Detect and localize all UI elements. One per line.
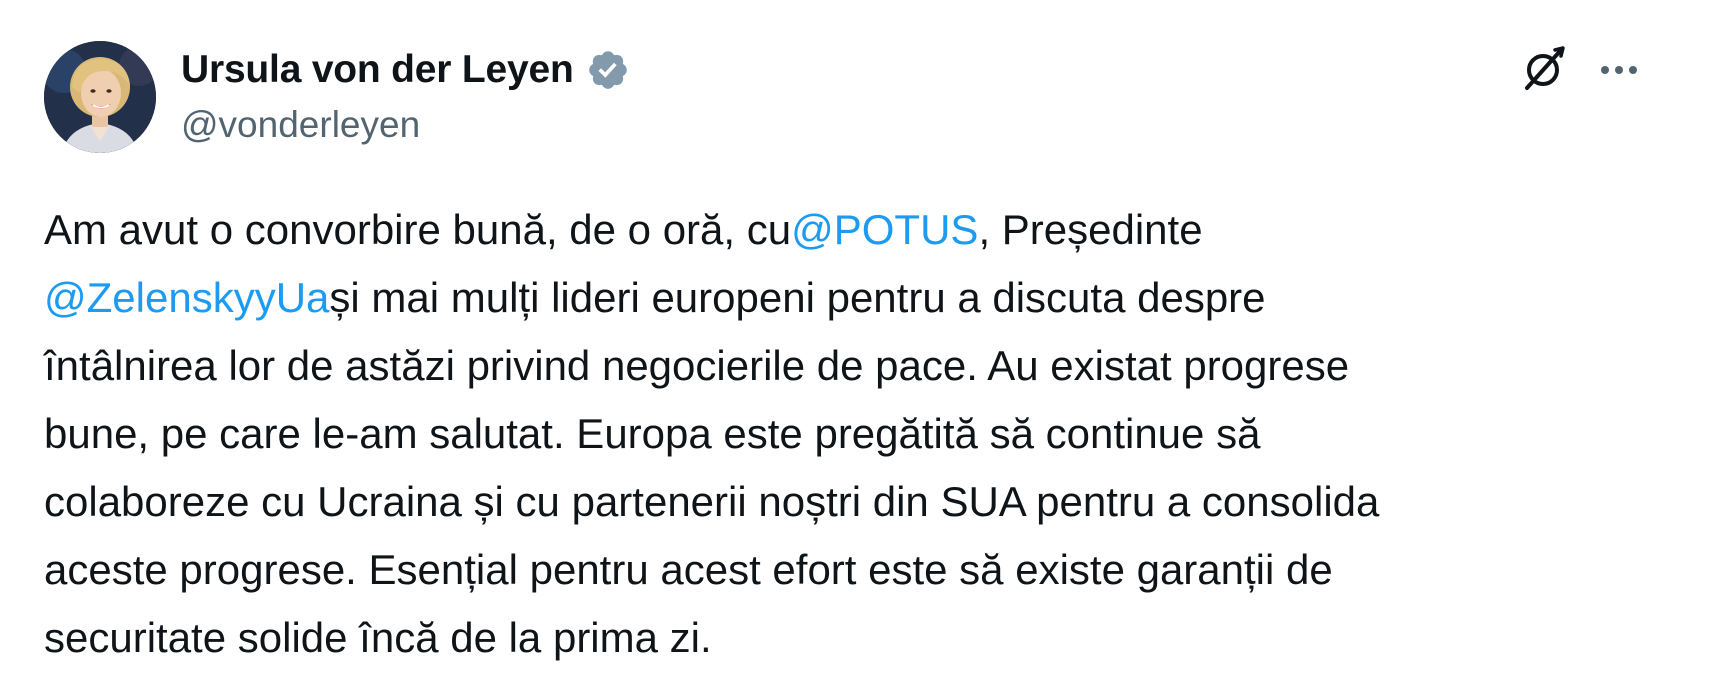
mention-link-zelensky[interactable]: @ZelenskyyUa [44,274,329,321]
avatar[interactable] [44,41,156,153]
tweet-text-segment: , Președinte [978,206,1203,253]
tweet-text: Am avut o convorbire bună, de o oră, cu@… [44,196,1684,672]
tweet-line: bune, pe care le-am salutat. Europa este… [44,410,1261,457]
tweet-line: colaboreze cu Ucraina și cu partenerii n… [44,478,1380,525]
grok-icon[interactable] [1519,44,1569,94]
tweet-line: @ZelenskyyUași mai mulți lideri europeni… [44,264,1684,332]
more-options-icon[interactable] [1595,50,1643,90]
tweet-line: securitate solide încă de la prima zi. [44,614,712,661]
tweet-text-segment: și mai mulți lideri europeni pentru a di… [329,274,1266,321]
tweet-text-segment: Am avut o convorbire bună, de o oră, cu [44,206,792,253]
author-handle[interactable]: @vonderleyen [181,104,420,146]
tweet-line: întâlnirea lor de astăzi privind negocie… [44,342,1350,389]
tweet-card: Ursula von der Leyen @vonderleyen Am avu… [0,0,1713,700]
tweet-line: Am avut o convorbire bună, de o oră, cu@… [44,196,1684,264]
author-name-row: Ursula von der Leyen [181,44,630,96]
mention-link-potus[interactable]: @POTUS [791,206,978,253]
author-display-name[interactable]: Ursula von der Leyen [181,48,574,92]
verified-badge-icon[interactable] [586,48,630,92]
avatar-portrait [44,41,156,153]
tweet-line: aceste progrese. Esențial pentru acest e… [44,546,1333,593]
